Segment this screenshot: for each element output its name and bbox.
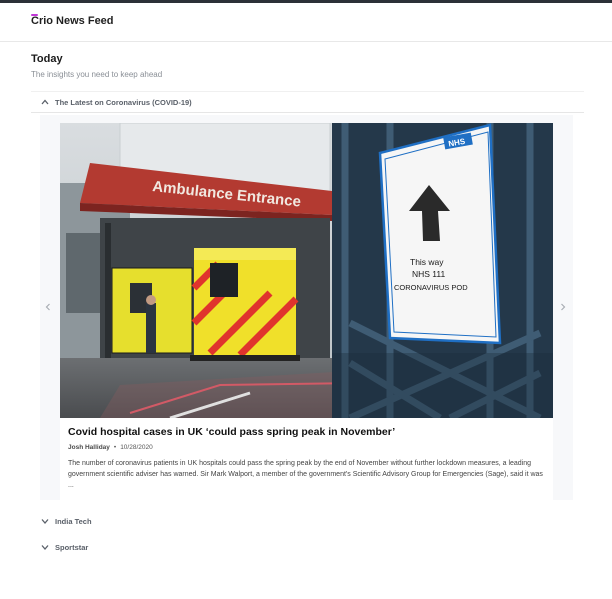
- brand-logo[interactable]: Crio News Feed: [31, 15, 114, 27]
- accordion-header-sportstar[interactable]: Sportstar: [31, 536, 88, 558]
- news-card[interactable]: Ambulance Entrance NHS This way NHS 111 …: [60, 123, 553, 500]
- carousel-next-button[interactable]: [557, 300, 569, 312]
- navbar: Crio News Feed: [0, 3, 612, 42]
- carousel-prev-button[interactable]: [42, 300, 54, 312]
- chevron-left-icon: [45, 303, 50, 311]
- poster-line-3: CORONAVIRUS POD: [394, 283, 468, 292]
- article-date: 10/28/2020: [120, 444, 153, 451]
- accordion-label: Sportstar: [55, 542, 89, 552]
- chevron-up-icon: [40, 97, 50, 107]
- accordion-label: India Tech: [55, 516, 92, 526]
- page-subtitle: The insights you need to keep ahead: [31, 70, 163, 79]
- chevron-right-icon: [561, 303, 566, 311]
- poster-line-2: NHS 111: [412, 269, 446, 279]
- page-title: Today: [31, 53, 63, 65]
- article-description: The number of coronavirus patients in UK…: [68, 460, 543, 489]
- chevron-down-icon: [40, 542, 50, 552]
- chevron-down-icon: [40, 516, 50, 526]
- poster-line-1: This way: [410, 257, 444, 267]
- article-title[interactable]: Covid hospital cases in UK ‘could pass s…: [68, 426, 395, 438]
- article-meta: Josh Halliday • 10/28/2020: [68, 444, 153, 451]
- article-author: Josh Halliday: [68, 444, 110, 451]
- accordion-label: The Latest on Coronavirus (COVID-19): [55, 97, 192, 107]
- meta-separator: •: [113, 444, 117, 451]
- article-image[interactable]: Ambulance Entrance NHS This way NHS 111 …: [60, 123, 553, 418]
- accordion-header-india-tech[interactable]: India Tech: [31, 510, 92, 532]
- news-carousel: Ambulance Entrance NHS This way NHS 111 …: [40, 115, 573, 500]
- accordion-header-covid[interactable]: The Latest on Coronavirus (COVID-19): [31, 91, 584, 113]
